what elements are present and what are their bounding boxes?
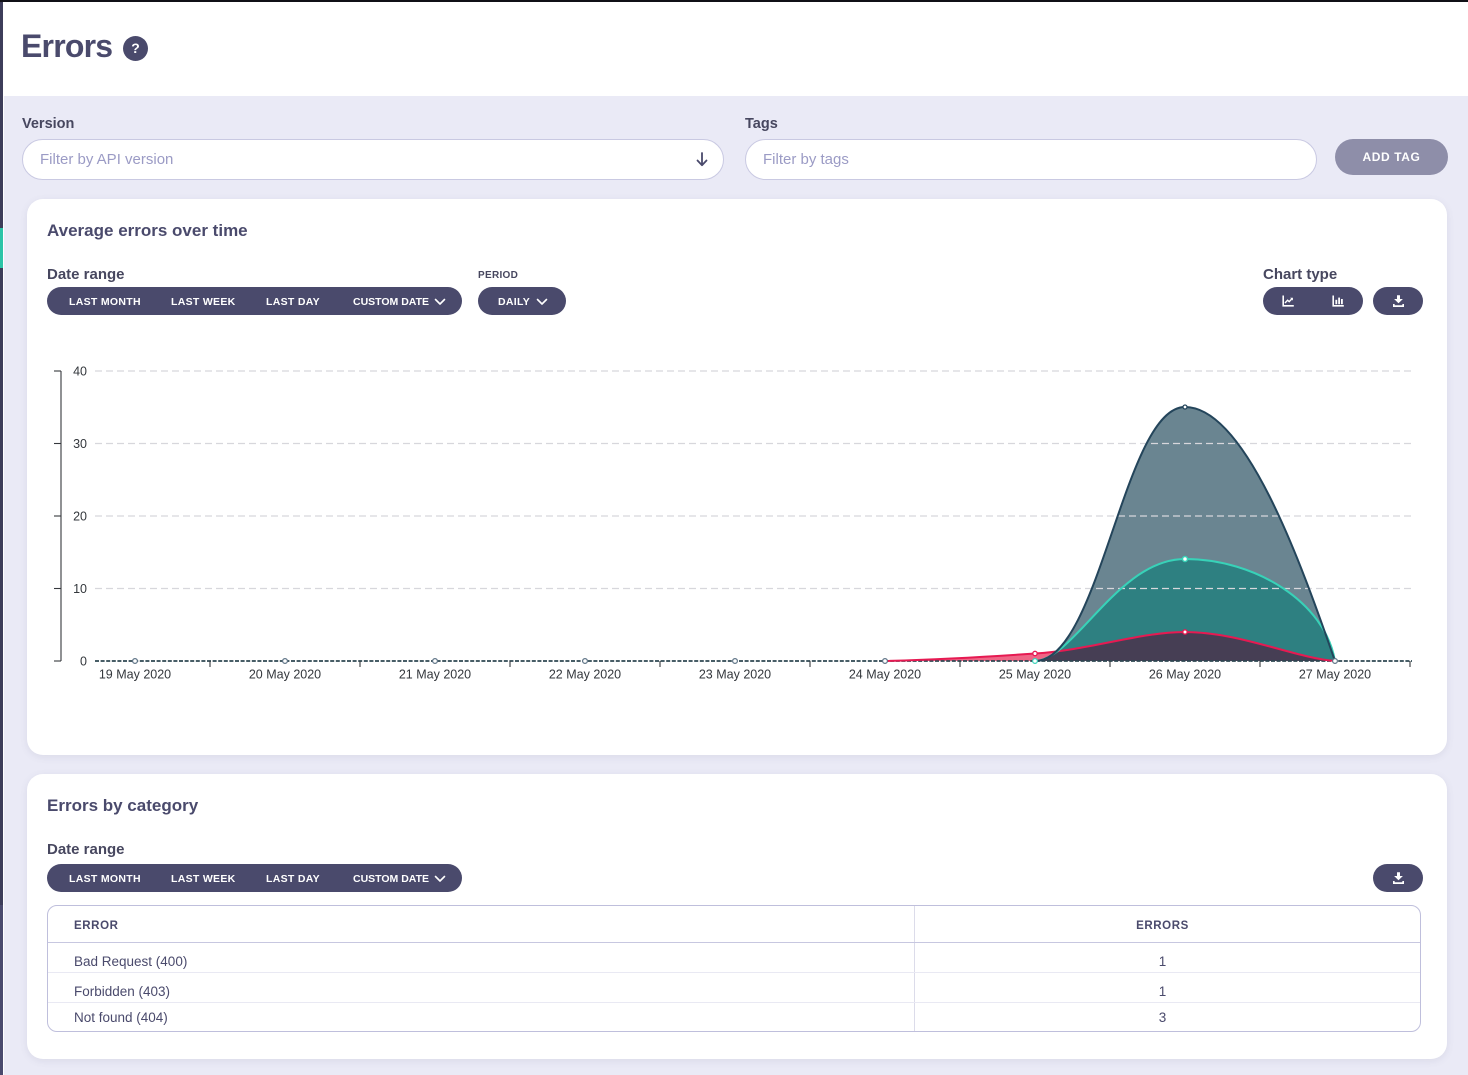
svg-text:19 May 2020: 19 May 2020	[99, 668, 171, 682]
svg-text:26 May 2020: 26 May 2020	[1149, 668, 1221, 682]
svg-text:27 May 2020: 27 May 2020	[1299, 668, 1371, 682]
svg-text:30: 30	[73, 437, 87, 451]
svg-text:23 May 2020: 23 May 2020	[699, 668, 771, 682]
svg-text:21 May 2020: 21 May 2020	[399, 668, 471, 682]
svg-text:20: 20	[73, 510, 87, 524]
svg-text:10: 10	[73, 582, 87, 596]
svg-text:25 May 2020: 25 May 2020	[999, 668, 1071, 682]
svg-text:0: 0	[80, 655, 87, 669]
svg-text:40: 40	[73, 365, 87, 379]
svg-text:20 May 2020: 20 May 2020	[249, 668, 321, 682]
svg-text:24 May 2020: 24 May 2020	[849, 668, 921, 682]
svg-text:22 May 2020: 22 May 2020	[549, 668, 621, 682]
